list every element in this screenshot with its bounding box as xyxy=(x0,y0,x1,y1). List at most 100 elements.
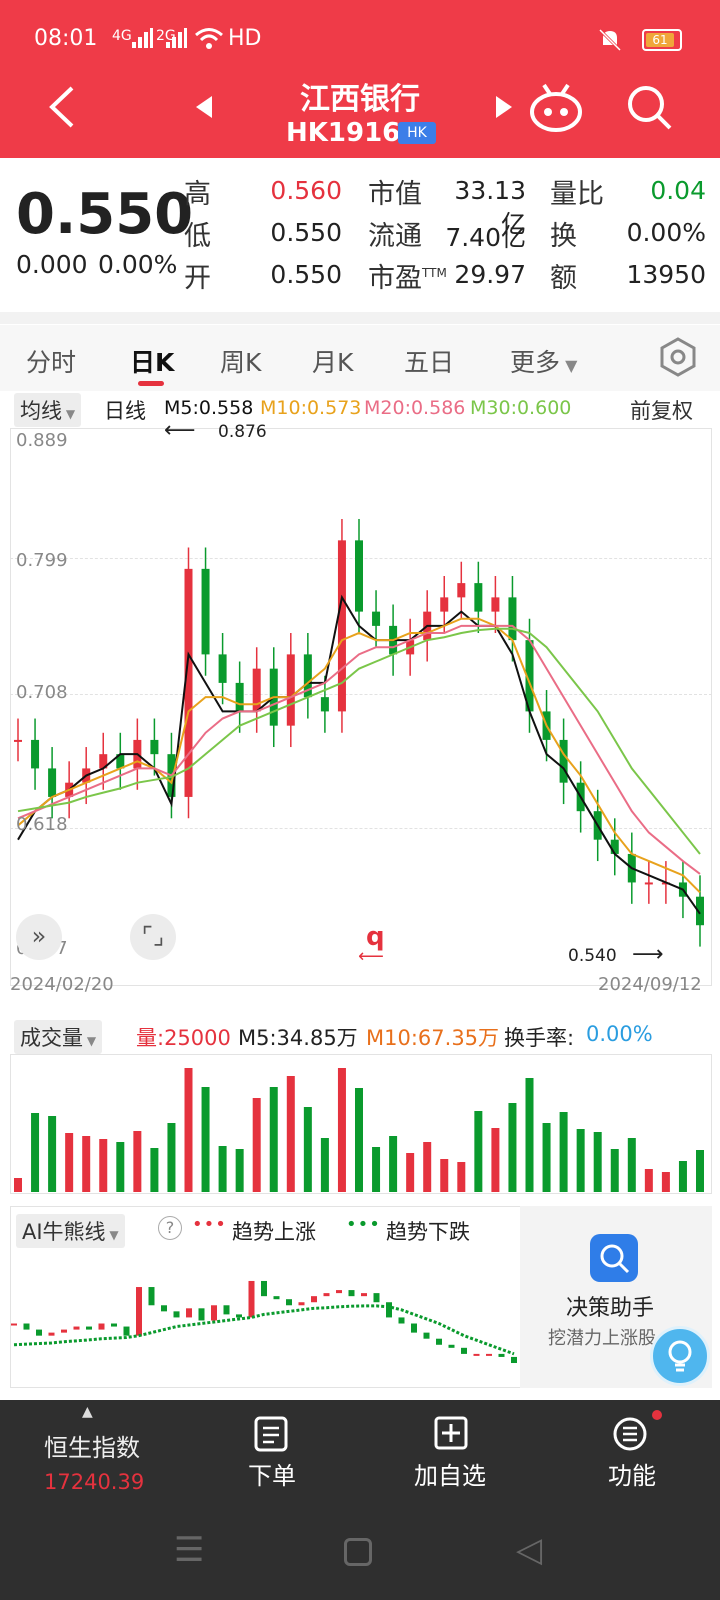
ai-indicator-dropdown[interactable]: AI牛熊线 ▼ xyxy=(16,1214,125,1248)
ai-candle xyxy=(198,1308,205,1321)
nav-home-icon[interactable] xyxy=(344,1538,372,1566)
ai-candle xyxy=(98,1323,105,1330)
candle-body xyxy=(559,739,568,783)
current-price: 0.550 xyxy=(16,182,194,247)
adjust-mode[interactable]: 前复权 xyxy=(630,395,693,425)
order-button[interactable]: 下单 xyxy=(248,1456,296,1491)
signal-4g-label: 4G xyxy=(112,28,132,44)
tab-weekly-k[interactable]: 周K xyxy=(220,343,261,379)
tab-monthly-k[interactable]: 月K xyxy=(312,343,353,379)
volume-bar xyxy=(303,1107,312,1192)
volume-bar xyxy=(372,1147,381,1192)
ai-candle xyxy=(86,1326,92,1330)
ai-candle xyxy=(61,1329,67,1333)
tab-daily-k[interactable]: 日K xyxy=(130,343,174,379)
candle-body xyxy=(474,583,483,612)
volume-bar xyxy=(201,1087,210,1192)
volume-bar xyxy=(559,1112,568,1192)
up-legend-label: 趋势上涨 xyxy=(232,1220,316,1244)
mktcap-label: 市值 xyxy=(368,179,422,210)
volume-bar xyxy=(491,1128,500,1192)
battery-icon: 61 xyxy=(642,29,682,51)
search-icon[interactable] xyxy=(626,84,674,132)
functions-button[interactable]: 功能 xyxy=(608,1456,656,1491)
candle-body xyxy=(14,739,22,742)
volume-bar xyxy=(150,1148,159,1192)
volume-bar xyxy=(286,1076,295,1192)
robot-icon[interactable] xyxy=(528,82,584,132)
fullscreen-icon[interactable]: ⌜⌟ xyxy=(130,914,176,960)
volume-bar xyxy=(99,1139,108,1192)
ma30-value: M30:0.600 xyxy=(470,397,572,419)
ai-candle xyxy=(286,1299,292,1306)
candle-body xyxy=(48,768,57,797)
price-change-pct: 0.00% xyxy=(98,250,178,279)
ai-candle xyxy=(398,1317,405,1324)
volume-bar xyxy=(389,1136,398,1192)
kline-chart[interactable]: 0.889 0.799 0.708 0.618 0.527 ⟵ 0.876 0.… xyxy=(10,418,712,986)
volume-value: 量:25000 xyxy=(136,1026,231,1050)
pe-value: 29.97 xyxy=(454,260,526,289)
high-label: 高 xyxy=(184,179,211,210)
low-label: 低 xyxy=(184,221,211,252)
volume-indicator-dropdown[interactable]: 成交量 ▼ xyxy=(14,1020,103,1054)
ma10-value: M10:0.573 xyxy=(260,397,362,419)
turnover-value: 0.00% xyxy=(626,218,706,247)
ai-candle xyxy=(161,1305,167,1312)
max-marker-arrow-icon: ⟵ xyxy=(164,418,196,443)
volume-bar xyxy=(218,1146,227,1192)
nav-back-icon[interactable]: ◁ xyxy=(516,1530,542,1570)
volume-bar xyxy=(406,1153,415,1192)
vol-ratio-label: 量比 xyxy=(550,179,604,210)
ai-candle xyxy=(411,1323,417,1333)
stock-code: HK1916 xyxy=(286,118,401,148)
tab-five-day[interactable]: 五日 xyxy=(404,343,454,379)
help-icon[interactable]: ? xyxy=(158,1216,182,1240)
volume-m10: M10:67.35万 xyxy=(366,1026,500,1050)
tab-more[interactable]: 更多 ▼ xyxy=(510,343,577,379)
down-legend-dots-icon: ••• xyxy=(346,1214,381,1235)
index-value: 17240.39 xyxy=(44,1470,145,1494)
ai-candle xyxy=(248,1280,255,1318)
candle-body xyxy=(201,568,210,655)
candle-body xyxy=(372,611,381,626)
ai-candle xyxy=(36,1329,42,1336)
volume-bar xyxy=(696,1150,704,1192)
nav-menu-icon[interactable]: ☰ xyxy=(174,1530,204,1570)
y-tick-label: 0.708 xyxy=(16,682,68,703)
expand-left-icon[interactable]: » xyxy=(16,914,62,960)
settings-hexagon-icon[interactable] xyxy=(658,337,698,377)
indicator-dropdown[interactable]: 均线 ▼ xyxy=(14,393,82,427)
ai-candle xyxy=(173,1311,180,1318)
order-document-icon[interactable] xyxy=(254,1416,288,1452)
volume-bar xyxy=(423,1142,432,1192)
ai-candle xyxy=(23,1323,30,1330)
ai-candle xyxy=(323,1293,330,1297)
volume-bar xyxy=(31,1113,40,1192)
lightbulb-icon[interactable] xyxy=(650,1326,710,1386)
add-watchlist-button[interactable]: 加自选 xyxy=(414,1456,486,1491)
candle-body xyxy=(31,739,40,769)
candle-body xyxy=(355,540,363,612)
tab-intraday[interactable]: 分时 xyxy=(26,343,76,379)
amount-value: 13950 xyxy=(626,260,706,289)
vol-ratio-value: 0.04 xyxy=(650,176,706,205)
high-value: 0.560 xyxy=(270,176,342,205)
volume-bar xyxy=(337,1068,346,1192)
volume-bar xyxy=(252,1098,261,1192)
add-watchlist-icon[interactable] xyxy=(434,1416,468,1450)
volume-bar xyxy=(678,1161,687,1192)
index-name[interactable]: 恒生指数 xyxy=(44,1428,140,1463)
kline-svg xyxy=(14,518,704,947)
functions-menu-icon[interactable] xyxy=(612,1416,648,1452)
chevron-down-icon: ▼ xyxy=(560,356,578,375)
volume-bar xyxy=(65,1133,74,1192)
triangle-right-icon[interactable] xyxy=(494,96,512,118)
ai-candle xyxy=(361,1293,367,1297)
ai-candle xyxy=(211,1305,217,1321)
candle-body xyxy=(320,697,329,712)
wifi-icon xyxy=(195,28,223,49)
volume-bar xyxy=(644,1169,653,1192)
down-legend-label: 趋势下跌 xyxy=(386,1220,470,1244)
assistant-title: 决策助手 xyxy=(566,1296,655,1321)
